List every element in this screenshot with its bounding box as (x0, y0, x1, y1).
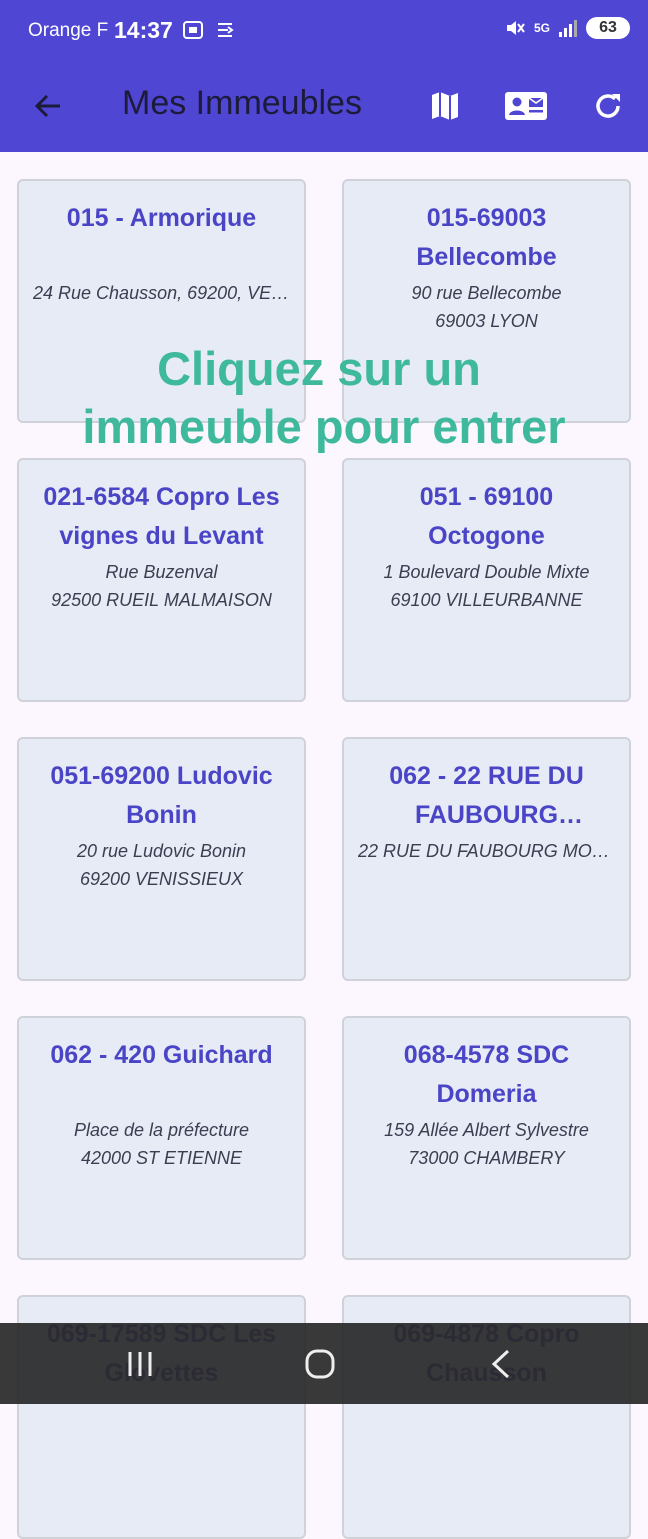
address-line: Place de la préfecture (73, 1120, 250, 1140)
status-system-icons: 5G 63 (504, 17, 630, 39)
battery-indicator: 63 (586, 17, 630, 39)
signal-icon (559, 20, 577, 37)
building-address: 22 RUE DU FAUBOURG MONTMARTRE (358, 837, 615, 865)
address-line: 20 rue Ludovic Bonin (76, 841, 247, 861)
refresh-icon (596, 94, 620, 118)
status-notification-icons (182, 19, 236, 41)
address-line: 22 RUE DU FAUBOURG MONTMARTRE (358, 841, 615, 861)
building-title: 015-69003 Bellecombe (416, 204, 557, 271)
back-icon (491, 1349, 510, 1379)
home-icon (305, 1349, 335, 1379)
building-address: Rue Buzenval 92500 RUEIL MALMAISON (33, 558, 290, 614)
address-line: 24 Rue Chausson, 69200, VENISSIEUX (33, 283, 290, 303)
status-bar: Orange F 14:37 5G 63 (0, 0, 648, 62)
building-address: 159 Allée Albert Sylvestre 73000 CHAMBERY (358, 1116, 615, 1172)
building-address: 20 rue Ludovic Bonin 69200 VENISSIEUX (33, 837, 290, 893)
address-line: 69200 VENISSIEUX (79, 869, 244, 889)
building-address: 90 rue Bellecombe 69003 LYON (358, 279, 615, 335)
building-card[interactable]: 062 - 420 Guichard Place de la préfecture… (17, 1016, 306, 1260)
app-bar: Mes Immeubles (0, 62, 648, 152)
building-title: 051-69200 Ludovic Bonin (50, 762, 273, 829)
building-title: 068-4578 SDC Domeria (403, 1041, 570, 1108)
address-line: 73000 CHAMBERY (408, 1148, 565, 1168)
data-transfer-icon (218, 23, 234, 37)
building-title: 051 - 69100 Octogone (419, 483, 554, 550)
building-card[interactable]: 062 - 22 RUE DU FAUBOURG MONTMARTRE 22 RU… (342, 737, 631, 981)
map-icon (432, 92, 458, 120)
clock: 14:37 (114, 17, 173, 43)
building-address: Place de la préfecture 42000 ST ETIENNE (33, 1116, 290, 1172)
address-line: Rue Buzenval (105, 562, 218, 582)
building-address: 1 Boulevard Double Mixte 69100 VILLEURBAN… (358, 558, 615, 614)
app-header: Orange F 14:37 5G 63 Mes Immeubles (0, 0, 648, 152)
back-button[interactable] (24, 82, 72, 130)
building-title: 021-6584 Copro Les vignes du Levant (43, 483, 280, 550)
mute-icon (506, 21, 525, 35)
network-type: 5G (533, 21, 550, 35)
building-card[interactable]: 051 - 69100 Octogone 1 Boulevard Double M… (342, 458, 631, 702)
building-card[interactable]: 051-69200 Ludovic Bonin 20 rue Ludovic Bo… (17, 737, 306, 981)
system-nav-bar (0, 1323, 648, 1404)
address-line: 69100 VILLEURBANNE (390, 590, 583, 610)
nav-back-button[interactable] (472, 1341, 532, 1387)
map-button[interactable] (421, 82, 469, 130)
carrier-name: Orange F (28, 20, 109, 41)
contact-card-icon (505, 92, 547, 120)
building-title: 062 - 22 RUE DU FAUBOURG MONTMARTRE (389, 762, 584, 829)
page-title: Mes Immeubles (122, 84, 362, 122)
recent-apps-button[interactable] (110, 1341, 170, 1387)
address-line: 42000 ST ETIENNE (80, 1148, 243, 1168)
recent-apps-icon (128, 1352, 152, 1376)
building-card[interactable]: 015 - Armorique 24 Rue Chausson, 69200, V… (17, 179, 306, 423)
contact-card-button[interactable] (502, 82, 550, 130)
address-line: 1 Boulevard Double Mixte (383, 562, 590, 582)
address-line: 159 Allée Albert Sylvestre (384, 1120, 589, 1140)
screenshot-icon (183, 21, 203, 39)
refresh-button[interactable] (584, 82, 632, 130)
arrow-left-icon (34, 94, 60, 118)
address-line: 69003 LYON (435, 311, 538, 331)
address-line: 90 rue Bellecombe (411, 283, 562, 303)
address-line: 92500 RUEIL MALMAISON (51, 590, 272, 610)
building-title: 062 - 420 Guichard (50, 1041, 273, 1069)
battery-level: 63 (599, 19, 617, 36)
building-card[interactable]: 015-69003 Bellecombe 90 rue Bellecombe 690… (342, 179, 631, 423)
building-card[interactable]: 068-4578 SDC Domeria 159 Allée Albert Syl… (342, 1016, 631, 1260)
building-address: 24 Rue Chausson, 69200, VENISSIEUX (33, 279, 290, 307)
building-title: 015 - Armorique (66, 204, 257, 232)
building-card[interactable]: 021-6584 Copro Les vignes du Levant Rue B… (17, 458, 306, 702)
home-button[interactable] (290, 1341, 350, 1387)
